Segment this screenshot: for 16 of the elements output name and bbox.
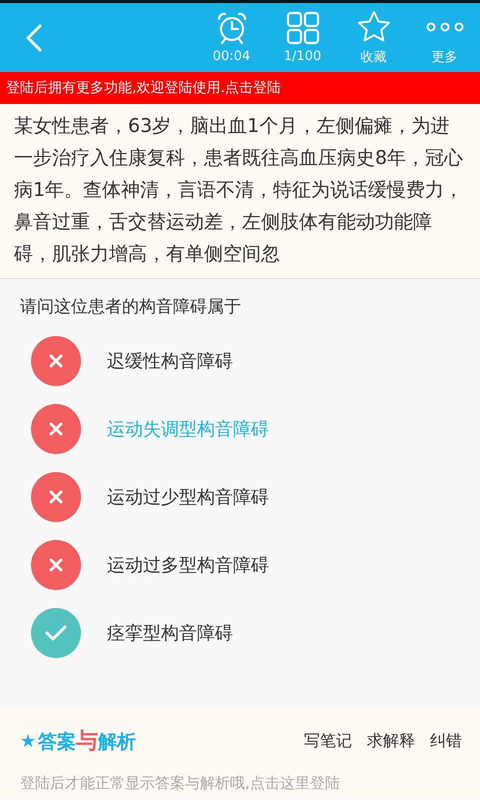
- question-stem: 某女性患者，63岁，脑出血1个月，左侧偏瘫，为进一步治疗入住康复科，患者既往高血压病史8年，冠心病1年。查体神清，言语不清，特征为说话缓慢费力，鼻音过重，舌交替运动差，左侧肢体有能动功能障碍，肌张力增高，有单侧空间忽: [0, 104, 480, 279]
- question-prompt: 请问这位患者的构音障碍属于: [19, 296, 242, 319]
- answer-option[interactable]: 运动过多型构音障碍: [31, 540, 480, 590]
- section-logo: 答案与解析: [38, 728, 136, 756]
- back-icon: [25, 22, 43, 52]
- star-icon: [356, 10, 390, 44]
- grid-icon: [286, 11, 320, 45]
- login-banner[interactable]: 登陆后拥有更多功能,欢迎登陆使用.点击登陆: [0, 72, 480, 104]
- answer-option[interactable]: 痉挛型构音障碍: [31, 608, 480, 658]
- answer-option[interactable]: 迟缓性构音障碍: [31, 336, 480, 386]
- star-mark: ★: [20, 730, 36, 752]
- action-link[interactable]: 纠错: [415, 730, 462, 752]
- action-link[interactable]: 求解释: [352, 730, 415, 752]
- answer-option[interactable]: 运动过少型构音障碍: [31, 472, 480, 522]
- action-link[interactable]: 写笔记: [289, 730, 352, 752]
- more-icon: [424, 22, 464, 32]
